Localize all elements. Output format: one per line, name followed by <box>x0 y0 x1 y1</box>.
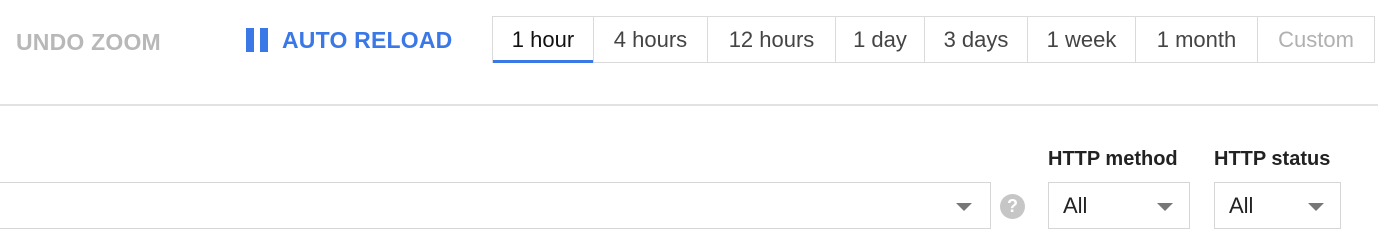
chevron-down-icon[interactable] <box>956 203 972 211</box>
logs-toolbar-panel: UNDO ZOOM AUTO RELOAD 1 hour 4 hours 12 … <box>0 0 1378 250</box>
http-status-select[interactable]: All <box>1214 182 1341 229</box>
help-icon[interactable]: ? <box>1000 194 1025 219</box>
log-filter-input[interactable] <box>0 182 991 229</box>
range-3-days-button[interactable]: 3 days <box>925 17 1028 62</box>
undo-zoom-button[interactable]: UNDO ZOOM <box>16 28 161 56</box>
http-method-value: All <box>1063 193 1088 218</box>
http-status-value: All <box>1229 193 1254 218</box>
pause-icon <box>246 28 268 52</box>
chevron-down-icon <box>1157 203 1173 211</box>
range-1-day-button[interactable]: 1 day <box>836 17 925 62</box>
range-1-month-button[interactable]: 1 month <box>1136 17 1258 62</box>
range-12-hours-button[interactable]: 12 hours <box>708 17 836 62</box>
range-1-hour-button[interactable]: 1 hour <box>493 17 594 63</box>
auto-reload-button[interactable]: AUTO RELOAD <box>246 26 452 54</box>
http-method-label: HTTP method <box>1048 148 1178 170</box>
range-1-week-button[interactable]: 1 week <box>1028 17 1136 62</box>
chevron-down-icon <box>1308 203 1324 211</box>
section-divider <box>0 104 1378 106</box>
range-4-hours-button[interactable]: 4 hours <box>594 17 708 62</box>
auto-reload-label: AUTO RELOAD <box>282 27 453 53</box>
range-custom-button: Custom <box>1258 17 1374 62</box>
http-status-label: HTTP status <box>1214 148 1331 170</box>
time-range-selector: 1 hour 4 hours 12 hours 1 day 3 days 1 w… <box>492 16 1375 63</box>
http-method-select[interactable]: All <box>1048 182 1190 229</box>
